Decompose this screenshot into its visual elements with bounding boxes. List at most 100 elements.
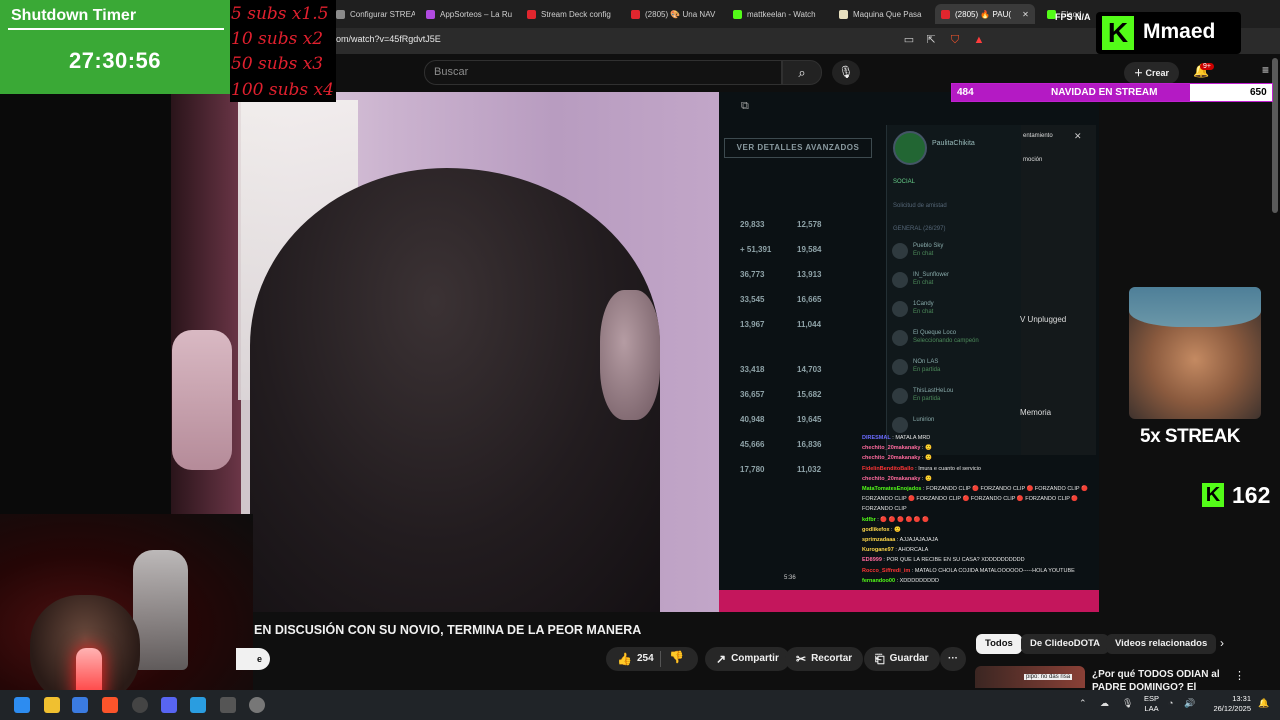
- share-button[interactable]: ↗ Compartir: [705, 647, 790, 671]
- friend-status: En partida: [913, 367, 941, 373]
- chat-username[interactable]: FidelinBenditoBallo: [862, 466, 914, 472]
- game-stat-value: 45,666: [740, 440, 765, 449]
- brave-shield-icon[interactable]: ⛉: [948, 33, 962, 47]
- chat-username[interactable]: sprimzadaaa: [862, 537, 895, 543]
- mic-tray-icon[interactable]: 🎙: [1122, 698, 1133, 709]
- chevron-right-icon[interactable]: ›: [1220, 636, 1224, 650]
- video-frame-person: [250, 168, 660, 612]
- tab-label: (2805) 🔥 PAU(: [955, 9, 1012, 19]
- scrollbar[interactable]: [1272, 58, 1278, 213]
- clip-button[interactable]: ✂ Recortar: [785, 647, 864, 671]
- chat-username[interactable]: MataTomatesEnojados: [862, 486, 922, 492]
- app-icon-2[interactable]: [220, 697, 236, 713]
- url-text[interactable]: om/watch?v=45fRgdvtJ5E: [336, 34, 441, 44]
- game-stat-value: 16,836: [797, 440, 822, 449]
- friend-name[interactable]: Lunirion: [913, 417, 934, 423]
- notifications-icon[interactable]: 🔔: [1258, 698, 1269, 709]
- friend-name[interactable]: ThisLastHeLou: [913, 388, 953, 394]
- friend-name[interactable]: El Queque Loco: [913, 330, 956, 336]
- clock[interactable]: 13:31 26/12/2025: [1209, 694, 1251, 714]
- cloud-icon[interactable]: ☁: [1100, 698, 1109, 709]
- chat-message: Kurogane97 : AHORCALA: [862, 545, 1098, 555]
- chat-username[interactable]: DIRESMAL: [862, 435, 891, 441]
- discord-icon[interactable]: [161, 697, 177, 713]
- advanced-details-button[interactable]: VER DETALLES AVANZADOS: [724, 138, 872, 158]
- friend-avatar[interactable]: [892, 388, 908, 404]
- chat-username[interactable]: fernandoo00: [862, 578, 895, 584]
- chip-all[interactable]: Todos: [976, 634, 1022, 654]
- chat-message: chechito_20makanaky : 🙂: [862, 443, 1098, 453]
- steam-icon[interactable]: [249, 697, 265, 713]
- friend-name[interactable]: IN_Sunflower: [913, 272, 949, 278]
- chat-username[interactable]: chechito_20makanaky: [862, 445, 920, 451]
- game-stat-value: 36,657: [740, 390, 765, 399]
- chat-username[interactable]: Rocco_Siffredi_im: [862, 568, 910, 574]
- obs-icon[interactable]: [132, 697, 148, 713]
- browser-tab[interactable]: (2805) 🎨 Una NAV: [625, 4, 721, 24]
- cast-icon[interactable]: ▭: [902, 33, 916, 47]
- browser-tab[interactable]: mattkeelan - Watch: [727, 4, 827, 24]
- chat-username[interactable]: chechito_20makanaky: [862, 476, 920, 482]
- tab-favicon-icon: [631, 9, 640, 19]
- chat-username[interactable]: chechito_20makanaky: [862, 455, 920, 461]
- subscribe-button[interactable]: e: [236, 648, 270, 670]
- like-icon[interactable]: 👍: [617, 647, 632, 671]
- friend-name[interactable]: NOn LAS: [913, 359, 938, 365]
- friend-avatar[interactable]: [892, 272, 908, 288]
- game-stat-value: 11,032: [797, 465, 822, 474]
- app-icon[interactable]: [190, 697, 206, 713]
- more-actions-button[interactable]: ···: [940, 647, 966, 671]
- search-input[interactable]: [424, 60, 782, 85]
- volume-icon[interactable]: 🔊: [1184, 698, 1195, 709]
- friend-avatar[interactable]: [892, 243, 908, 259]
- stream-chat: DIRESMAL : MATALA MRD chechito_20makanaky…: [862, 433, 1098, 593]
- friend-avatar[interactable]: [892, 417, 908, 433]
- mail-icon[interactable]: [72, 697, 88, 713]
- chat-username[interactable]: godlikefox: [862, 527, 890, 533]
- chip-related[interactable]: Videos relacionados: [1106, 634, 1217, 654]
- friend-avatar[interactable]: [892, 330, 908, 346]
- share-icon[interactable]: ⇱: [924, 33, 938, 47]
- browser-tab[interactable]: Maquina Que Pasa: [833, 4, 929, 24]
- tray-chevron-icon[interactable]: ⌃: [1079, 698, 1087, 709]
- wifi-icon[interactable]: ◔: [1168, 698, 1173, 708]
- rewards-icon[interactable]: ▲: [972, 33, 986, 47]
- social-panel: [886, 125, 1021, 455]
- file-explorer-icon[interactable]: [44, 697, 60, 713]
- menu-icon[interactable]: ≡: [1262, 63, 1269, 77]
- game-stat-value: 36,773: [740, 270, 765, 279]
- tab-close-icon[interactable]: ✕: [1022, 10, 1029, 19]
- friend-avatar[interactable]: [892, 359, 908, 375]
- friend-name[interactable]: 1Candy: [913, 301, 934, 307]
- chip-channel[interactable]: De ClideoDOTA: [1021, 634, 1110, 654]
- like-count[interactable]: 254: [637, 647, 654, 671]
- browser-tab[interactable]: Configurar STREAM: [330, 4, 415, 24]
- keyboard-language[interactable]: ESP LAA: [1144, 694, 1159, 714]
- search-button[interactable]: ⌕: [782, 60, 822, 85]
- save-button[interactable]: ⎗ Guardar: [864, 647, 940, 671]
- create-button[interactable]: ＋ Crear: [1124, 62, 1180, 84]
- browser-tab[interactable]: Stream Deck config: [521, 4, 619, 24]
- game-stat-value: 12,578: [797, 220, 822, 229]
- chat-username[interactable]: ED8999: [862, 557, 882, 563]
- bookmark-icon: ⎗: [875, 652, 885, 666]
- chat-username[interactable]: kdfbr: [862, 517, 876, 523]
- browser-tab[interactable]: (2805) 🔥 PAU( ✕: [935, 4, 1035, 24]
- dislike-icon[interactable]: 👎: [669, 650, 684, 664]
- profile-avatar[interactable]: [893, 131, 927, 165]
- start-icon[interactable]: [14, 697, 30, 713]
- brave-icon[interactable]: [102, 697, 118, 713]
- chat-username[interactable]: Kurogane97: [862, 547, 894, 553]
- friend-avatar[interactable]: [892, 301, 908, 317]
- chat-text: 🔴 🔴 🔴 🔴 🔴 🔴: [880, 516, 930, 523]
- game-stat-value: 40,948: [740, 415, 765, 424]
- game-stat-value: 11,044: [797, 320, 822, 329]
- friend-name[interactable]: Pueblo Sky: [913, 243, 943, 249]
- tab-favicon-icon: [839, 9, 848, 19]
- tab-favicon-icon: [733, 9, 742, 19]
- browser-tab[interactable]: AppSorteos – La Ru: [420, 4, 516, 24]
- close-icon[interactable]: ✕: [1074, 131, 1082, 142]
- voice-search-button[interactable]: 🎙: [832, 60, 860, 85]
- related-more-icon[interactable]: ⋮: [1234, 669, 1245, 682]
- chat-text: 🙂: [925, 455, 932, 462]
